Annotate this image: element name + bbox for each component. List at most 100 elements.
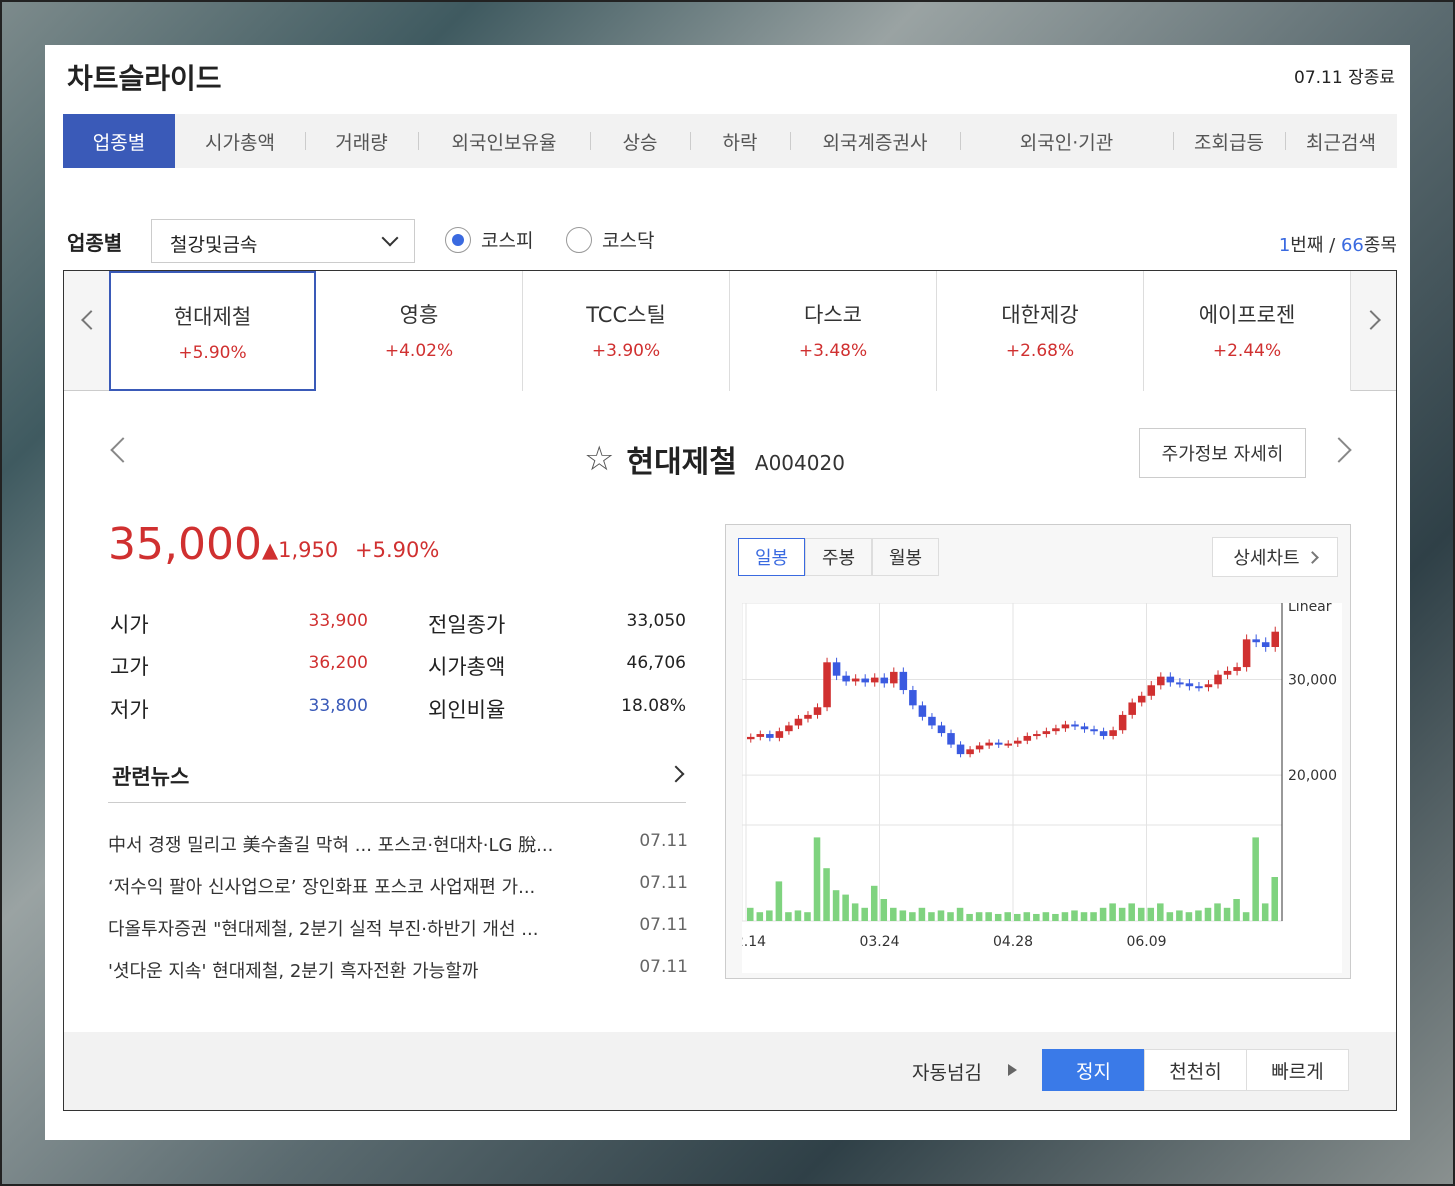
news-headline: 다올투자증권 "현대제철, 2분기 실적 부진·하반기 개선 ... (108, 919, 539, 940)
volume-bar (1090, 912, 1097, 921)
detail-chart-button[interactable]: 상세차트 (1212, 537, 1338, 577)
chevron-right-icon[interactable] (667, 765, 685, 783)
volume-bar (890, 907, 897, 921)
period-tab-monthly[interactable]: 월봉 (872, 538, 939, 576)
volume-bar (1128, 903, 1135, 921)
volume-bar (1176, 910, 1183, 921)
candle-body (975, 745, 984, 750)
tab-recent-search[interactable]: 최근검색 (1285, 114, 1397, 168)
volume-bar (918, 907, 926, 921)
star-icon[interactable]: ☆ (584, 439, 614, 479)
candle-body (1204, 684, 1213, 688)
news-item[interactable]: 다올투자증권 "현대제철, 2분기 실적 부진·하반기 개선 ... 07.11 (108, 915, 688, 941)
volume-bar (880, 899, 888, 921)
radio-kospi[interactable]: 코스피 (445, 226, 533, 253)
next-stock-icon[interactable] (1326, 437, 1352, 463)
carousel-item[interactable]: 영흥 +4.02% (316, 271, 523, 391)
prev-stock-icon[interactable] (110, 437, 136, 463)
candle-body (1109, 730, 1117, 736)
tab-fall[interactable]: 하락 (690, 114, 790, 168)
carousel-item-name: 에이프로젠 (1198, 303, 1296, 327)
carousel-item[interactable]: TCC스틸 +3.90% (523, 271, 730, 391)
tab-foreign-holding[interactable]: 외국인보유율 (418, 114, 590, 168)
stat-value: 36,200 (308, 653, 368, 673)
slow-button[interactable]: 천천히 (1144, 1049, 1247, 1091)
candle-body (1033, 734, 1041, 737)
news-item[interactable]: '셧다운 지속' 현대제철, 2분기 흑자전환 가능할까 07.11 (108, 957, 688, 983)
news-item[interactable]: ‘저수익 팔아 신사업으로’ 장인화표 포스코 사업재편 가... 07.11 (108, 873, 688, 899)
carousel-item[interactable]: 현대제철 +5.90% (109, 271, 316, 391)
volume-bar (1157, 903, 1164, 921)
candle-body (861, 678, 869, 683)
volume-bar (756, 912, 764, 921)
autoplay-label: 자동넘김 (912, 1062, 982, 1084)
candle-body (1185, 683, 1194, 687)
volume-bar (775, 881, 783, 921)
stat-label: 전일종가 (428, 613, 506, 637)
candle-body (1137, 695, 1146, 703)
carousel-next-icon[interactable] (1361, 310, 1381, 330)
candle-body (832, 662, 841, 676)
volume-bar (1061, 912, 1069, 921)
volume-bar (1147, 907, 1155, 921)
news-headline: ‘저수익 팔아 신사업으로’ 장인화표 포스코 사업재편 가... (108, 877, 536, 898)
candle-body (1271, 631, 1279, 647)
stop-button[interactable]: 정지 (1042, 1049, 1145, 1091)
fast-button[interactable]: 빠르게 (1246, 1049, 1349, 1091)
news-divider (108, 802, 686, 803)
candle-body (851, 678, 860, 682)
volume-bar (870, 885, 878, 921)
candlestick-chart[interactable]: 02.14 03.24 04.28 06.09 30,000 20,000 Linear (726, 599, 1342, 973)
chart-slide-panel: 차트슬라이드 07.11 장종료 업종별 시가총액 거래량 외국인보유율 상승 … (45, 45, 1410, 1140)
period-tab-weekly[interactable]: 주봉 (805, 538, 872, 576)
volume-bar (1004, 912, 1011, 921)
candle-body (870, 677, 879, 683)
y-tick-label: 30,000 (1288, 673, 1337, 689)
carousel-item[interactable]: 에이프로젠 +2.44% (1144, 271, 1351, 391)
volume-bar (861, 907, 868, 921)
carousel-item-name: TCC스틸 (586, 303, 666, 327)
volume-bar (823, 868, 830, 921)
stat-label: 시가 (110, 613, 149, 637)
carousel-item-name: 영흥 (399, 303, 439, 327)
news-item[interactable]: 中서 경쟁 밀리고 美수출길 막혀 ... 포스코·현대차·LG 脫... 07.… (108, 831, 688, 857)
tab-industry[interactable]: 업종별 (63, 114, 175, 168)
volume-bar (1242, 912, 1250, 921)
volume-bar (1014, 913, 1021, 921)
carousel-prev-icon[interactable] (81, 310, 101, 330)
stock-info-button[interactable]: 주가정보 자세히 (1139, 428, 1306, 478)
radio-unchecked-icon (566, 226, 592, 253)
stat-value: 33,050 (626, 611, 686, 631)
candle-body (1052, 728, 1060, 732)
tab-market-cap[interactable]: 시가총액 (175, 114, 305, 168)
tab-foreign-brokers[interactable]: 외국계증권사 (790, 114, 960, 168)
period-tab-daily[interactable]: 일봉 (738, 538, 805, 576)
carousel-item[interactable]: 대한제강 +2.68% (937, 271, 1144, 391)
industry-select[interactable]: 철강및금속 (151, 219, 415, 263)
radio-kosdaq[interactable]: 코스닥 (566, 226, 654, 253)
volume-bar (966, 913, 973, 921)
candle-body (756, 734, 765, 737)
volume-bar (1080, 912, 1088, 921)
candle-body (966, 749, 974, 755)
volume-bar (1271, 877, 1278, 921)
tab-search-surge[interactable]: 조회급등 (1173, 114, 1285, 168)
stock-detail-box: 현대제철 +5.90% 영흥 +4.02% TCC스틸 +3.90% 다스코 +3.48… (63, 270, 1397, 1111)
tab-rise[interactable]: 상승 (590, 114, 690, 168)
volume-bar (1261, 903, 1269, 921)
tab-volume[interactable]: 거래량 (305, 114, 418, 168)
chart-plot[interactable]: 02.14 03.24 04.28 06.09 30,000 20,000 Linear (726, 599, 1342, 973)
volume-bar (794, 910, 802, 921)
counter-total: 66 (1340, 235, 1364, 256)
carousel-item[interactable]: 다스코 +3.48% (730, 271, 937, 391)
x-tick-label: 03.24 (859, 934, 899, 950)
news-title: 관련뉴스 (112, 765, 190, 789)
volume-bar (1118, 907, 1126, 921)
candle-body (1090, 729, 1098, 732)
candle-body (747, 736, 755, 740)
volume-bar (1223, 907, 1231, 921)
tab-foreign-institution[interactable]: 외국인·기관 (960, 114, 1173, 168)
page-title: 차트슬라이드 (67, 62, 222, 95)
volume-bar (832, 890, 840, 921)
candle-body (1261, 642, 1270, 647)
